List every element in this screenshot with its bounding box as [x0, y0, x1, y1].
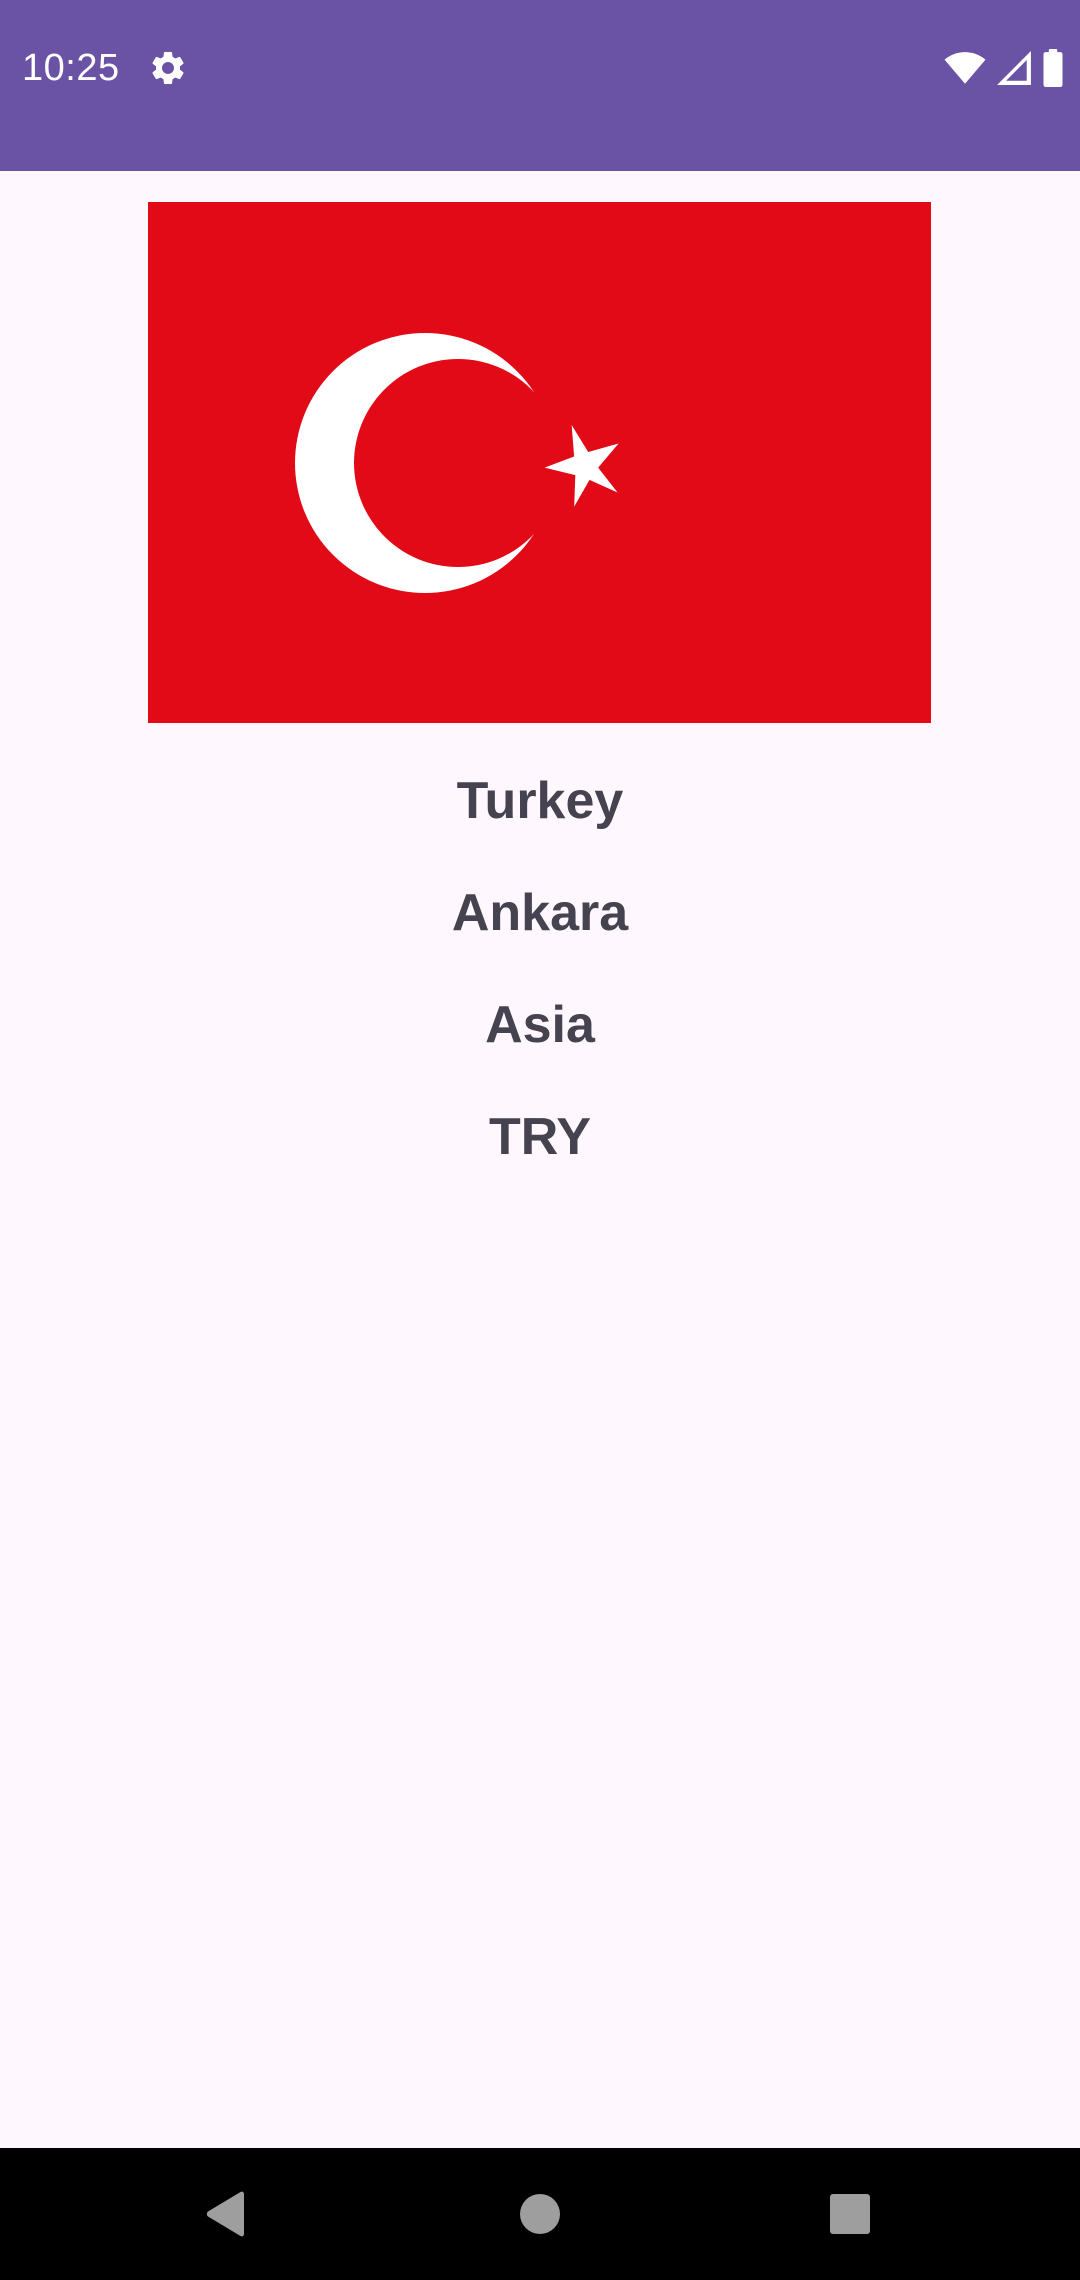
status-icons	[944, 48, 1064, 88]
navigation-bar	[0, 2148, 1080, 2280]
cell-signal-icon	[996, 50, 1032, 86]
country-region: Asia	[485, 996, 595, 1054]
home-button[interactable]	[504, 2178, 576, 2250]
recents-button[interactable]	[814, 2178, 886, 2250]
country-flag-image	[148, 202, 931, 723]
wifi-icon	[944, 51, 986, 85]
country-name: Turkey	[456, 772, 624, 830]
back-button[interactable]	[190, 2178, 262, 2250]
recents-icon	[830, 2194, 870, 2234]
gear-icon	[148, 48, 188, 88]
home-icon	[520, 2194, 560, 2234]
country-detail-screen: 10:25 Turkey Ankara Asia TRY	[0, 0, 1080, 2280]
country-capital: Ankara	[451, 884, 629, 942]
back-icon	[206, 2191, 244, 2237]
battery-icon	[1042, 49, 1064, 87]
country-info: Turkey Ankara Asia TRY	[0, 745, 1080, 1193]
country-currency: TRY	[488, 1108, 592, 1166]
status-time: 10:25	[22, 47, 120, 89]
status-bar: 10:25	[0, 0, 1080, 171]
